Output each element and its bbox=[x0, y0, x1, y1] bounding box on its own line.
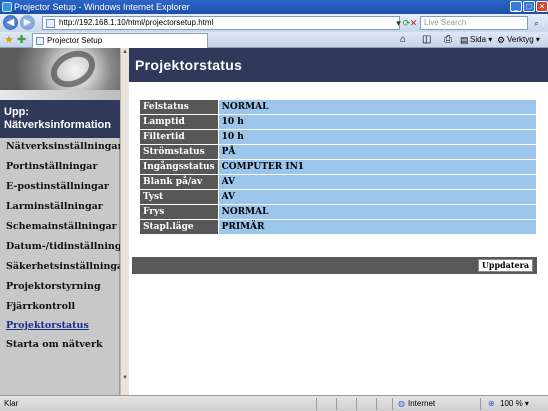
address-toolbar: ◀ ▶ http://192.168.1.10/html/projectorse… bbox=[0, 14, 548, 32]
back-arrow-icon[interactable]: ◀ bbox=[3, 15, 18, 30]
sidebar-item[interactable]: Larminställningar bbox=[6, 201, 103, 212]
status-value: 10 h bbox=[217, 129, 538, 145]
table-row: Filtertid 10 h bbox=[139, 129, 538, 145]
sidebar-scrollbar[interactable]: ▲ ▼ bbox=[120, 48, 129, 395]
status-table: Felstatus NORMAL Lamptid 10 h Filtertid 10 hS… bbox=[139, 99, 538, 235]
divider bbox=[480, 398, 481, 410]
lens-graphic bbox=[44, 43, 102, 95]
table-row: Ingångsstatus COMPUTER IN1 bbox=[139, 159, 538, 175]
action-bar: Uppdatera bbox=[132, 257, 537, 274]
update-button[interactable]: Uppdatera bbox=[477, 259, 533, 272]
close-window-button[interactable]: ✕ bbox=[536, 1, 548, 12]
table-row: Strömstatus PÅ bbox=[139, 144, 538, 160]
sidebar-logo-graphic bbox=[0, 43, 120, 100]
stop-icon[interactable]: ✕ bbox=[407, 17, 420, 29]
status-value: AV bbox=[217, 174, 538, 190]
sidebar-item[interactable]: Säkerhetsinställningar bbox=[6, 261, 128, 272]
status-value: COMPUTER IN1 bbox=[217, 159, 538, 175]
favorites-star-icon[interactable]: ★ bbox=[4, 34, 14, 46]
status-label: Lamptid bbox=[139, 114, 219, 130]
minimize-button[interactable]: _ bbox=[510, 1, 522, 12]
status-text: Klar bbox=[4, 399, 19, 408]
window-title-bar: Projector Setup - Windows Internet Explo… bbox=[0, 0, 548, 14]
scroll-down-arrow-icon[interactable]: ▼ bbox=[121, 374, 129, 383]
feeds-icon[interactable]: ◫ bbox=[422, 34, 431, 46]
table-row: Blank på/av AV bbox=[139, 174, 538, 190]
maximize-button[interactable]: □ bbox=[523, 1, 535, 12]
table-row: Stapl.läge PRIMÄR bbox=[139, 219, 538, 235]
scroll-up-arrow-icon[interactable]: ▲ bbox=[121, 48, 129, 57]
sidebar-item[interactable]: E-postinställningar bbox=[6, 181, 109, 192]
status-label: Tyst bbox=[139, 189, 219, 205]
zone-text: Internet bbox=[408, 399, 436, 408]
address-text: http://192.168.1.10/html/projectorsetup.… bbox=[59, 18, 214, 27]
print-icon[interactable]: ⎙ bbox=[444, 34, 452, 46]
window-title: Projector Setup - Windows Internet Explo… bbox=[14, 2, 190, 12]
sidebar: Upp: Nätverksinformation Nätverksinställ… bbox=[0, 43, 133, 395]
sidebar-item[interactable]: Projektorstyrning bbox=[6, 281, 101, 292]
zoom-icon: ⊕ bbox=[488, 399, 495, 408]
table-row: Lamptid 10 h bbox=[139, 114, 538, 130]
status-value: PRIMÄR bbox=[217, 219, 538, 235]
status-label: Frys bbox=[139, 204, 219, 220]
tab-label: Projector Setup bbox=[47, 36, 103, 45]
page-icon bbox=[46, 19, 55, 28]
tab-projector-setup[interactable]: Projector Setup bbox=[32, 33, 208, 48]
table-row: Frys NORMAL bbox=[139, 204, 538, 220]
add-favorite-icon[interactable]: ✚ bbox=[17, 34, 26, 46]
status-label: Felstatus bbox=[139, 99, 219, 115]
divider bbox=[376, 398, 377, 410]
tools-menu-label: Verktyg bbox=[507, 35, 534, 44]
page-icon bbox=[36, 37, 44, 45]
page-title: Projektorstatus bbox=[129, 48, 548, 82]
tab-toolbar: ★ ✚ Projector Setup ⌂ ◫ ⎙ ▤ Sida ▾ ⚙ Ver… bbox=[0, 32, 548, 48]
sidebar-item[interactable]: Schemainställningar bbox=[6, 221, 117, 232]
table-row: Tyst AV bbox=[139, 189, 538, 205]
divider bbox=[316, 398, 317, 410]
status-value: AV bbox=[217, 189, 538, 205]
status-value: NORMAL bbox=[217, 204, 538, 220]
divider bbox=[336, 398, 337, 410]
table-row: Felstatus NORMAL bbox=[139, 99, 538, 115]
page-menu-label: Sida bbox=[470, 35, 487, 44]
status-label: Ingångsstatus bbox=[139, 159, 219, 175]
sidebar-item[interactable]: Datum-/tidinställningar bbox=[6, 241, 133, 252]
sidebar-item[interactable]: Starta om nätverk bbox=[6, 339, 103, 350]
forward-arrow-icon[interactable]: ▶ bbox=[20, 15, 35, 30]
page-menu[interactable]: Sida ▾ bbox=[470, 34, 492, 46]
search-placeholder: Live Search bbox=[424, 18, 467, 27]
status-value: NORMAL bbox=[217, 99, 538, 115]
sidebar-heading-link[interactable]: Upp: Nätverksinformation bbox=[0, 100, 120, 138]
search-icon[interactable]: ⌕ bbox=[530, 17, 543, 29]
divider bbox=[356, 398, 357, 410]
tools-menu[interactable]: Verktyg ▾ bbox=[507, 34, 540, 46]
logo-stripe bbox=[0, 90, 120, 100]
home-icon[interactable]: ⌂ bbox=[400, 34, 406, 46]
search-input[interactable]: Live Search bbox=[420, 16, 528, 30]
sidebar-item[interactable]: Portinställningar bbox=[6, 161, 97, 172]
divider bbox=[392, 398, 393, 410]
zoom-text: 100 % bbox=[500, 399, 523, 408]
status-label: Stapl.läge bbox=[139, 219, 219, 235]
status-value: 10 h bbox=[217, 114, 538, 130]
status-label: Filtertid bbox=[139, 129, 219, 145]
zoom-level[interactable]: 100 % ▾ bbox=[500, 396, 529, 411]
globe-icon: ◍ bbox=[398, 399, 405, 408]
sidebar-item[interactable]: Nätverksinställningar bbox=[6, 141, 123, 152]
browser-status-bar: Klar ◍ Internet ⊕ 100 % ▾ bbox=[0, 395, 548, 411]
status-value: PÅ bbox=[217, 144, 538, 160]
sidebar-item[interactable]: Projektorstatus bbox=[6, 320, 89, 331]
sidebar-item[interactable]: Fjärrkontroll bbox=[6, 301, 75, 312]
status-label: Strömstatus bbox=[139, 144, 219, 160]
gear-icon: ⚙ bbox=[497, 35, 506, 45]
status-label: Blank på/av bbox=[139, 174, 219, 190]
address-input[interactable]: http://192.168.1.10/html/projectorsetup.… bbox=[42, 16, 400, 30]
page-icon: ▤ bbox=[460, 35, 469, 45]
main-content: Projektorstatus Felstatus NORMAL Lamptid 10… bbox=[129, 48, 548, 395]
ie-app-icon bbox=[2, 2, 12, 12]
